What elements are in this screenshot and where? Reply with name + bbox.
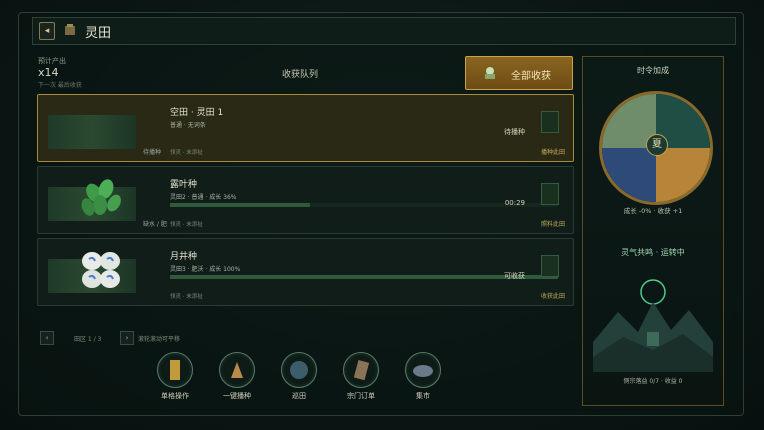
plot-state: 缺水 / 肥 xyxy=(143,221,167,228)
card-name: 月井种 xyxy=(170,252,198,262)
card-foot: 领灵 · 未添祉 xyxy=(170,222,203,228)
sow-all-button[interactable]: 一键播种 xyxy=(214,352,260,401)
next-page-button[interactable]: › xyxy=(120,331,134,345)
card-action[interactable]: 照料此田 xyxy=(541,219,565,228)
plot-badge-icon xyxy=(541,255,559,277)
moon-seed-icon xyxy=(82,252,120,288)
spirit-status: 灵气共鸣 · 运转中 xyxy=(621,248,685,257)
season-title: 时令加成 xyxy=(637,66,669,75)
plot-badge-icon xyxy=(541,183,559,205)
page-title: 灵田 xyxy=(85,26,112,41)
card-meta: 灵田2 · 普通 · 成长 36% xyxy=(170,194,237,201)
season-footer: 侧宗落益 0/7 · 收益 0 xyxy=(623,378,683,385)
season-label: 夏 xyxy=(646,134,668,156)
field-card-1[interactable]: 待播种 空田 · 灵田 1 普通 · 无词条 领灵 · 未添祉 待播种 播种此田 xyxy=(37,94,574,162)
card-foot: 领灵 · 未添祉 xyxy=(170,294,203,300)
order-icon xyxy=(343,352,379,388)
autumn-quadrant xyxy=(656,148,710,202)
card-foot: 领灵 · 未添祉 xyxy=(170,150,203,156)
patrol-icon xyxy=(281,352,317,388)
winter-quadrant xyxy=(602,148,656,202)
estimate-sub: 下一次 最后收获 xyxy=(38,82,82,89)
card-action[interactable]: 播种此田 xyxy=(541,147,565,156)
growth-fill xyxy=(170,203,310,207)
growth-bar xyxy=(170,275,558,279)
plot-image xyxy=(48,115,136,149)
sect-order-button[interactable]: 宗门订单 xyxy=(338,352,384,401)
main-panel: 预计产出 x14 下一次 最后收获 收获队列 全部收获 待播种 空田 · 灵田 … xyxy=(32,50,577,412)
season-stats: 成长 -0% · 收获 +1 xyxy=(623,207,683,215)
card-status: 待播种 xyxy=(504,128,525,136)
growth-bar xyxy=(170,203,558,207)
mountain-illustration xyxy=(593,279,713,372)
header-bar: ◂ 灵田 xyxy=(32,17,736,45)
season-panel: 时令加成 夏 成长 -0% · 收获 +1 灵气共鸣 · 运转中 侧宗落益 0/… xyxy=(582,56,724,406)
field-card-2[interactable]: 缺水 / 肥 露叶种 灵田2 · 普通 · 成长 36% 领灵 · 未添祉 00… xyxy=(37,166,574,234)
pager-hint: 滚轮滚动可平移 xyxy=(138,336,181,343)
arrow-left-icon: ◂ xyxy=(44,26,50,36)
field-card-3[interactable]: 月井种 灵田3 · 肥沃 · 成长 100% 领灵 · 未添祉 可收获 收获此田 xyxy=(37,238,574,306)
harvest-all-label: 全部收获 xyxy=(511,71,551,82)
card-name: 空田 · 灵田 1 xyxy=(170,108,224,118)
seed-bag-icon xyxy=(219,352,255,388)
card-action[interactable]: 收获此田 xyxy=(541,291,565,300)
market-button[interactable]: 集市 xyxy=(400,352,446,401)
queue-title: 收获队列 xyxy=(282,70,319,80)
estimate-label: 预计产出 xyxy=(38,57,66,65)
scroll-icon xyxy=(157,352,193,388)
card-meta: 灵田3 · 肥沃 · 成长 100% xyxy=(170,266,241,273)
harvest-all-button[interactable]: 全部收获 xyxy=(465,56,573,90)
field-icon xyxy=(65,24,75,35)
action-bar: 单格操作 一键播种 巡田 宗门订单 集市 xyxy=(152,352,472,408)
card-name: 露叶种 xyxy=(170,180,198,190)
basket-icon xyxy=(485,67,495,79)
card-status: 可收获 xyxy=(504,272,525,280)
plot-state: 待播种 xyxy=(143,149,162,156)
plot-badge-icon xyxy=(541,111,559,133)
patrol-button[interactable]: 巡田 xyxy=(276,352,322,401)
market-icon xyxy=(405,352,441,388)
page-label: 田区 1 / 3 xyxy=(74,336,102,343)
single-op-button[interactable]: 单格操作 xyxy=(152,352,198,401)
growth-fill xyxy=(170,275,558,279)
card-meta: 普通 · 无词条 xyxy=(170,122,206,129)
estimate-value: x14 xyxy=(38,66,59,79)
prev-page-button[interactable]: ‹ xyxy=(40,331,54,345)
back-button[interactable]: ◂ xyxy=(39,22,55,40)
card-status: 00:29 xyxy=(504,199,525,207)
leaf-seed-icon xyxy=(81,179,121,216)
season-dial: 夏 xyxy=(599,91,713,205)
